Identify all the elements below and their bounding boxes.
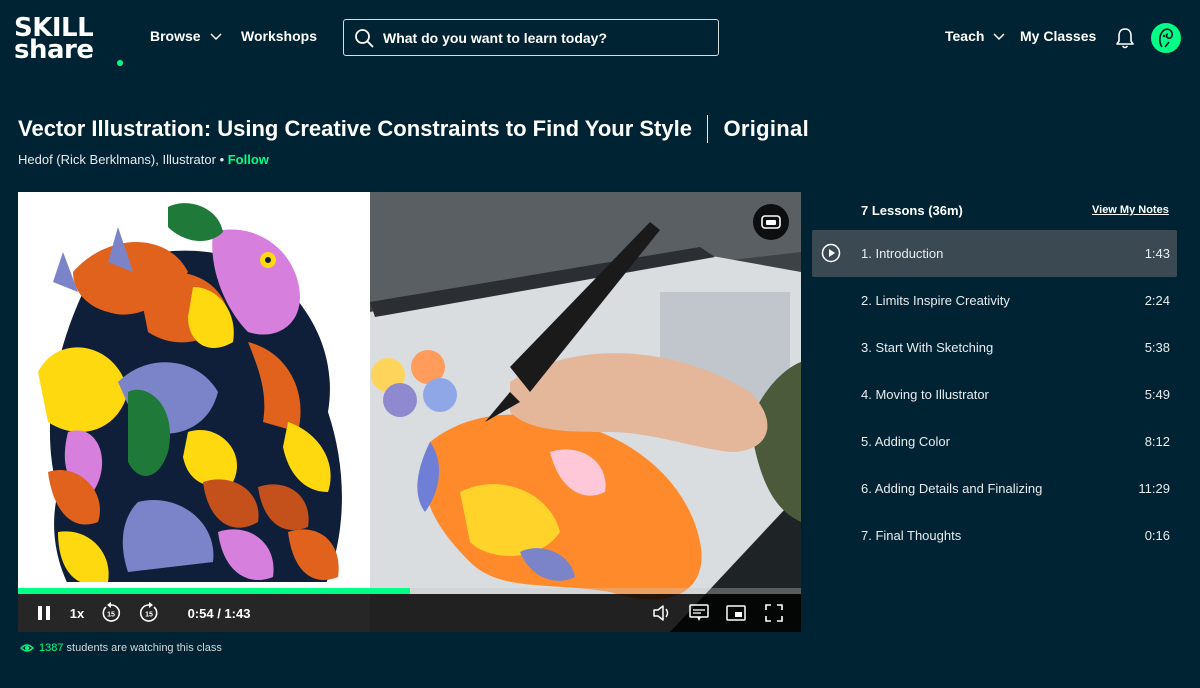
- lesson-item[interactable]: 5. Adding Color 8:12: [812, 418, 1177, 465]
- captions-button[interactable]: [687, 594, 711, 632]
- teacher-info: Hedof (Rick Berklmans), Illustrator • Fo…: [18, 152, 269, 167]
- volume-icon: [653, 605, 669, 621]
- chevron-down-icon: [210, 33, 222, 41]
- fullscreen-icon: [765, 604, 783, 622]
- lesson-duration: 5:49: [1144, 387, 1170, 402]
- lesson-item[interactable]: 1. Introduction 1:43: [812, 230, 1177, 277]
- video-photo-panel: [370, 192, 801, 632]
- lesson-duration: 0:16: [1144, 528, 1170, 543]
- pause-icon: [38, 606, 50, 620]
- video-illustration-panel: [18, 192, 370, 632]
- bell-icon[interactable]: [1114, 26, 1136, 50]
- class-title: Vector Illustration: Using Creative Cons…: [18, 116, 692, 141]
- play-icon: [821, 243, 841, 263]
- chevron-down-icon: [993, 33, 1005, 41]
- logo-dot: [117, 60, 123, 66]
- class-title-row: Vector Illustration: Using Creative Cons…: [18, 115, 809, 143]
- avatar-face-icon: [1159, 28, 1173, 48]
- forward-15-label: 15: [145, 612, 153, 619]
- lesson-item[interactable]: 3. Start With Sketching 5:38: [812, 324, 1177, 371]
- miniplayer-button[interactable]: [724, 594, 748, 632]
- top-navigation: SKILL share Browse Workshops Teach My Cl…: [0, 0, 1200, 76]
- picture-in-picture-icon[interactable]: [753, 204, 789, 240]
- teach-menu[interactable]: Teach: [945, 28, 1006, 44]
- search-bar[interactable]: [343, 19, 719, 56]
- lesson-item[interactable]: 2. Limits Inspire Creativity 2:24: [812, 277, 1177, 324]
- search-input[interactable]: [383, 29, 703, 46]
- workshops-label: Workshops: [241, 28, 317, 44]
- player-controls: 1x 15 15 0:54 / 1:43: [18, 594, 801, 632]
- teacher-separator: •: [215, 152, 228, 167]
- pause-button[interactable]: [30, 594, 58, 632]
- lesson-item[interactable]: 4. Moving to Illustrator 5:49: [812, 371, 1177, 418]
- search-icon: [355, 28, 374, 47]
- lesson-title: 6. Adding Details and Finalizing: [861, 481, 1043, 496]
- vector-illustration-artwork: [18, 192, 370, 632]
- lesson-item[interactable]: 6. Adding Details and Finalizing 11:29: [812, 465, 1177, 512]
- browse-label: Browse: [150, 28, 201, 44]
- video-player[interactable]: 1x 15 15 0:54 / 1:43: [18, 192, 801, 632]
- lesson-title: 2. Limits Inspire Creativity: [861, 293, 1010, 308]
- avatar[interactable]: [1151, 23, 1181, 53]
- playback-time: 0:54 / 1:43: [187, 605, 251, 621]
- lesson-title: 3. Start With Sketching: [861, 340, 994, 355]
- lesson-title: 5. Adding Color: [861, 434, 950, 449]
- students-count: 1387: [39, 642, 64, 654]
- lessons-header: 7 Lessons (36m): [861, 203, 963, 218]
- title-divider: [706, 115, 709, 143]
- teach-label: Teach: [945, 28, 985, 44]
- playback-speed-button[interactable]: 1x: [66, 594, 88, 632]
- watching-text: students are watching this class: [63, 642, 222, 654]
- follow-button[interactable]: Follow: [228, 152, 269, 167]
- lesson-duration: 1:43: [1144, 246, 1170, 261]
- volume-button[interactable]: [650, 594, 674, 632]
- skillshare-logo[interactable]: SKILL share: [14, 14, 124, 66]
- forward-15-button[interactable]: 15: [136, 594, 162, 632]
- rewind-15-icon: 15: [102, 602, 121, 622]
- my-classes-label: My Classes: [1020, 28, 1097, 44]
- captions-icon: [689, 604, 709, 621]
- lesson-duration: 11:29: [1138, 481, 1170, 496]
- lesson-title: 1. Introduction: [861, 246, 944, 261]
- forward-15-icon: 15: [139, 602, 158, 622]
- original-badge: Original: [723, 116, 809, 141]
- lesson-title: 4. Moving to Illustrator: [861, 387, 989, 402]
- miniplayer-icon: [726, 605, 746, 621]
- lesson-item[interactable]: 7. Final Thoughts 0:16: [812, 512, 1177, 559]
- rewind-15-label: 15: [107, 612, 115, 619]
- lesson-list: 1. Introduction 1:43 2. Limits Inspire Cre…: [812, 230, 1177, 559]
- my-classes-link[interactable]: My Classes: [1020, 28, 1096, 44]
- logo-line-2: share: [14, 35, 94, 65]
- workshops-link[interactable]: Workshops: [241, 28, 317, 44]
- lesson-duration: 5:38: [1144, 340, 1170, 355]
- lesson-title: 7. Final Thoughts: [861, 528, 962, 543]
- teacher-name[interactable]: Hedof (Rick Berklmans), Illustrator: [18, 152, 216, 167]
- view-my-notes-link[interactable]: View My Notes: [1092, 204, 1169, 216]
- rewind-15-button[interactable]: 15: [98, 594, 124, 632]
- eye-icon: [20, 644, 34, 652]
- lesson-duration: 8:12: [1144, 434, 1170, 449]
- lesson-duration: 2:24: [1144, 293, 1170, 308]
- tablet-drawing-photo: [370, 192, 801, 632]
- watching-count: 1387 students are watching this class: [20, 642, 222, 654]
- browse-menu[interactable]: Browse: [150, 28, 223, 44]
- fullscreen-button[interactable]: [762, 594, 786, 632]
